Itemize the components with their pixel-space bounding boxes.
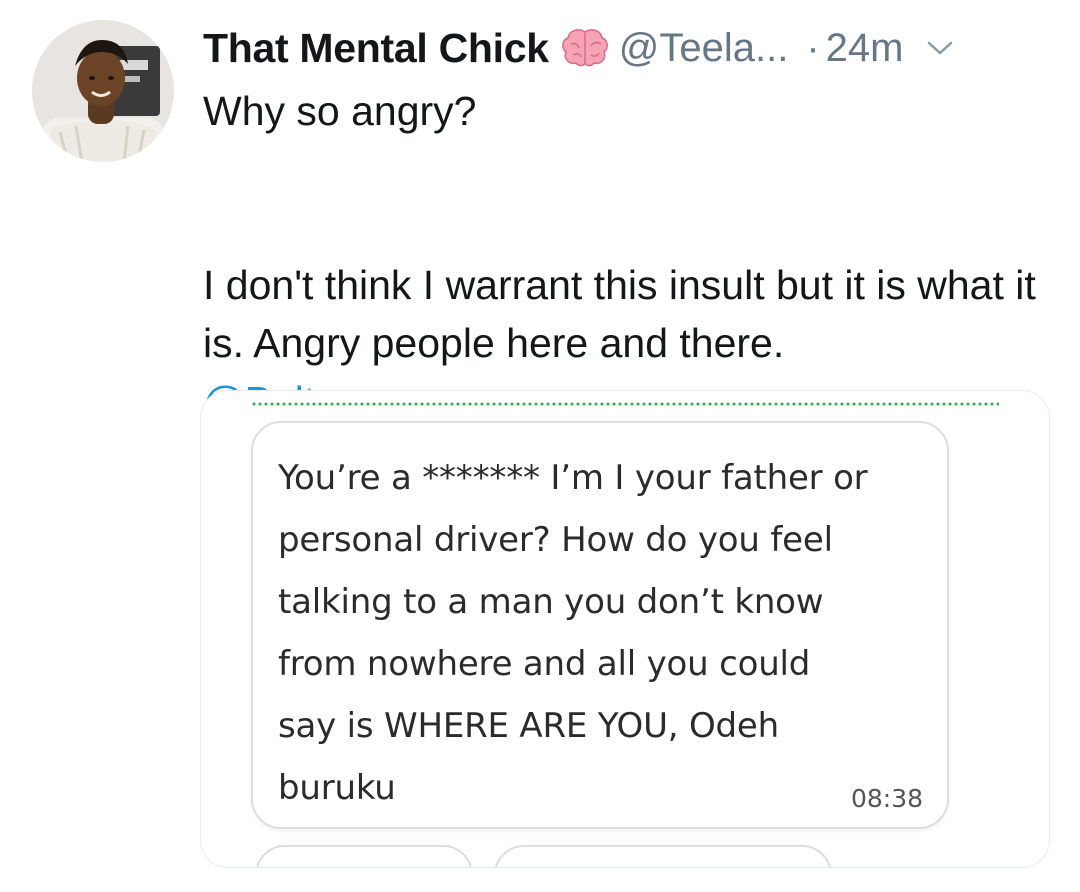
tweet-text-line: Why so angry? [203,88,477,134]
reply-chip [255,845,473,867]
author-handle[interactable]: @Teela... [619,26,789,71]
chat-message-line: say is WHERE ARE YOU, Odeh [278,706,779,746]
tweet-text: Why so angry? I don't think I warrant th… [203,82,1043,430]
author-display-name[interactable]: That Mental Chick [203,25,549,72]
dotted-divider [251,401,999,407]
avatar-photo [32,20,174,162]
tweet-text-spacer [203,140,1043,256]
chat-message-bubble: You’re a ******* I’m I your father or pe… [251,421,949,829]
chevron-down-icon[interactable] [925,38,955,58]
chat-message-line: talking to a man you don’t know [278,582,824,622]
tweet-header: That Mental Chick @Teela... · 24m [203,20,1053,76]
chat-message-time: 08:38 [850,784,923,813]
tweet-text-line: I don't think I warrant this insult but … [203,262,1036,366]
chat-message-line: buruku [278,768,396,808]
tweet-timestamp[interactable]: 24m [826,26,904,71]
avatar[interactable] [32,20,174,162]
chat-message-line: from nowhere and all you could [278,644,811,684]
chat-message-line: You’re a ******* I’m I your father or [278,458,868,498]
tweet-media-card[interactable]: You’re a ******* I’m I your father or pe… [200,390,1050,868]
brain-icon [561,28,609,68]
reply-chip [494,845,832,867]
chat-message-text: You’re a ******* I’m I your father or pe… [278,447,938,819]
separator-dot: · [806,25,820,70]
chat-message-line: personal driver? How do you feel [278,520,833,560]
